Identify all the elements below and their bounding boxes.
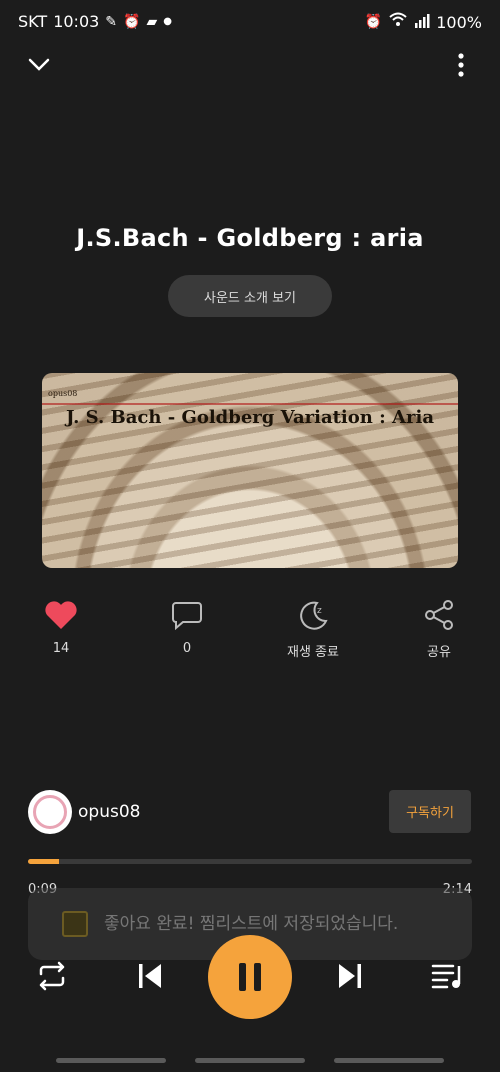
comment-count: 0 — [182, 641, 192, 656]
share-icon — [425, 600, 453, 630]
pen-icon: ✎ — [105, 13, 118, 30]
carrier-label: SKT — [18, 12, 48, 31]
playlist-button[interactable] — [426, 950, 470, 1002]
comment-button[interactable]: 0 — [147, 597, 227, 656]
more-button[interactable] — [441, 45, 481, 85]
next-button[interactable] — [328, 950, 372, 1002]
chevron-down-icon — [28, 58, 50, 71]
nav-home[interactable] — [195, 1058, 305, 1063]
collapse-button[interactable] — [19, 45, 59, 85]
status-right: ⏰ 100% — [365, 12, 482, 32]
alarm-icon: ⏰ — [364, 14, 383, 30]
status-left: SKT 10:03 ✎ ⏰ ▰ ● — [18, 12, 172, 31]
cover-divider — [42, 403, 458, 405]
note-icon: ▰ — [146, 13, 158, 30]
dot-icon: ● — [163, 16, 172, 27]
subscribe-button[interactable]: 구독하기 — [389, 790, 471, 833]
status-bar: SKT 10:03 ✎ ⏰ ▰ ● ⏰ 100% — [0, 0, 500, 44]
previous-button[interactable] — [128, 950, 172, 1002]
nav-recent[interactable] — [56, 1058, 166, 1063]
repeat-icon — [39, 961, 65, 991]
toast-message: 좋아요 완료! 찜리스트에 저장되었습니다. — [104, 914, 399, 934]
sound-intro-button[interactable]: 사운드 소개 보기 — [168, 275, 332, 317]
skip-previous-icon — [139, 964, 161, 988]
cover-watermark: opus08 — [48, 389, 78, 398]
playlist-icon — [431, 964, 461, 989]
moon-icon: z — [300, 601, 328, 630]
nav-back[interactable] — [334, 1058, 444, 1063]
clock: 10:03 — [53, 12, 100, 31]
seek-bar-fill — [28, 859, 60, 864]
share-button[interactable]: 공유 — [399, 597, 479, 660]
sleep-timer-label: 재생 종료 — [287, 645, 339, 660]
svg-text:z: z — [317, 606, 322, 616]
track-title: J.S.Bach - Goldberg : aria — [76, 224, 424, 252]
alarm-icon: ⏰ — [123, 13, 141, 30]
seek-bar[interactable] — [28, 859, 472, 864]
like-button[interactable]: 14 — [21, 597, 101, 656]
repeat-button[interactable] — [30, 950, 74, 1002]
comment-icon — [172, 602, 202, 630]
channel-name[interactable]: opus08 — [78, 802, 140, 822]
share-label: 공유 — [427, 645, 451, 660]
note-icon — [62, 911, 88, 937]
wifi-icon — [388, 12, 408, 32]
cover-title: J. S. Bach - Goldberg Variation : Aria — [66, 407, 434, 428]
pause-icon — [239, 963, 261, 991]
avatar[interactable] — [28, 790, 72, 834]
more-vertical-icon — [458, 53, 464, 77]
play-pause-button[interactable] — [208, 935, 292, 1019]
signal-icon — [414, 13, 430, 32]
album-cover: opus08 J. S. Bach - Goldberg Variation :… — [42, 373, 458, 568]
battery-label: 100% — [436, 12, 482, 32]
like-count: 14 — [52, 641, 70, 656]
avatar-ring — [33, 795, 67, 829]
heart-icon — [45, 601, 77, 629]
skip-next-icon — [339, 964, 361, 988]
sleep-timer-button[interactable]: z 재생 종료 — [273, 597, 353, 660]
